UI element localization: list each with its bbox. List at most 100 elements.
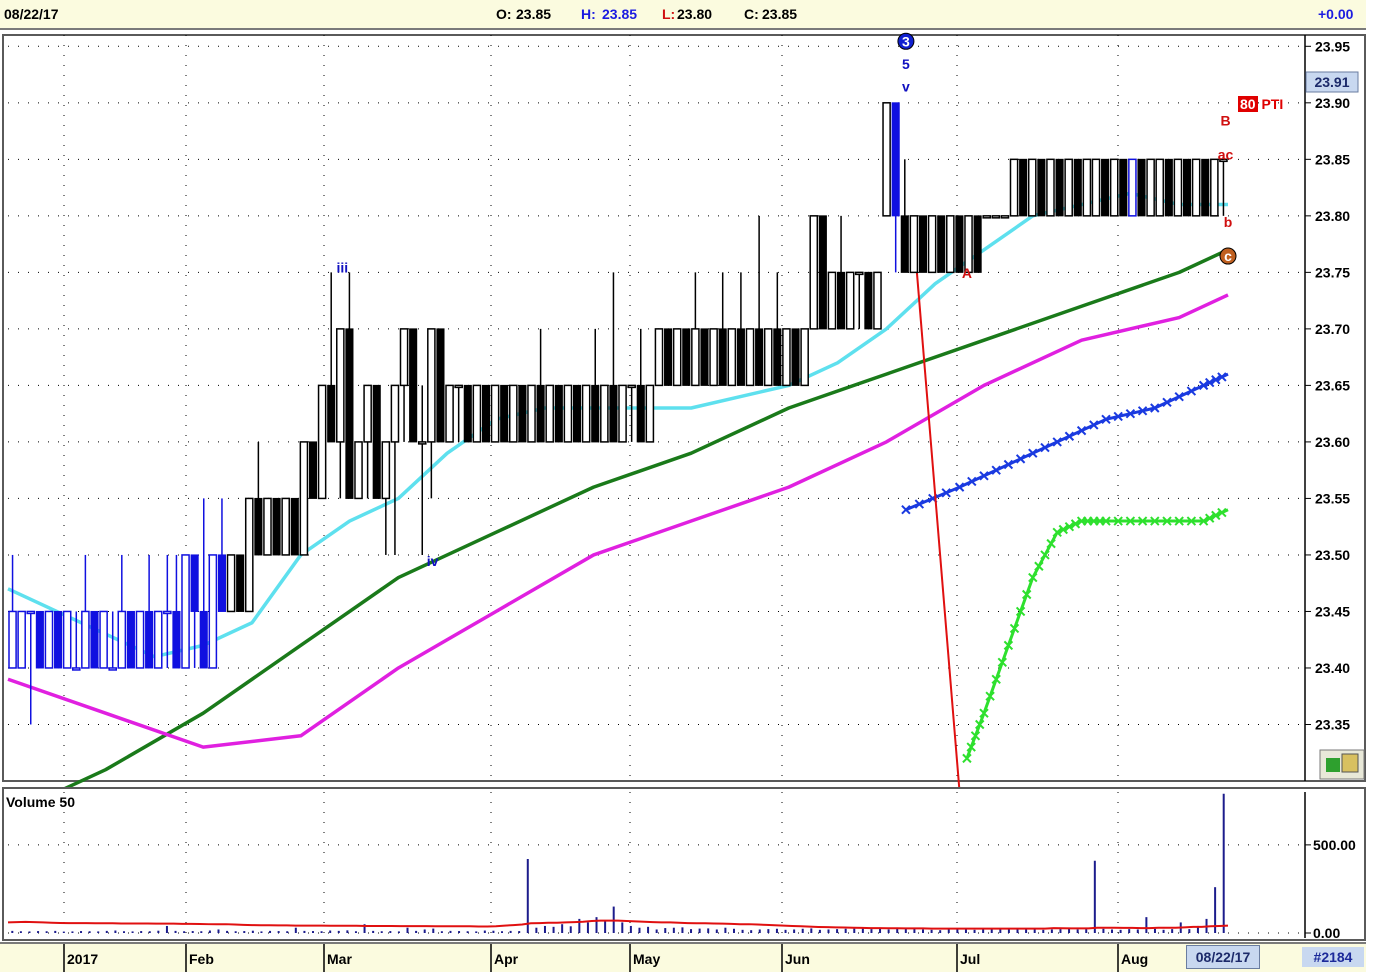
price-bar-up <box>563 384 573 443</box>
x-axis: 2017 Feb Mar Apr May Jun Jul Aug <box>63 944 1148 972</box>
price-bar-up <box>17 610 26 669</box>
price-bar-up <box>964 215 973 274</box>
price-tick-label: 23.50 <box>1315 547 1350 563</box>
price-bar-up <box>417 441 427 445</box>
price-bar-up <box>827 271 837 330</box>
price-marker-text: 23.91 <box>1314 74 1349 90</box>
price-bar-up <box>991 215 1001 219</box>
price-bar-up <box>927 215 937 274</box>
price-bar-up <box>62 610 72 669</box>
price-tick-label: 23.40 <box>1315 660 1350 676</box>
price-bar-up <box>208 554 218 669</box>
price-bar-down <box>1073 158 1082 217</box>
price-bar-down <box>891 102 900 217</box>
price-bar-down <box>818 215 827 330</box>
price-bar-up <box>1109 158 1119 217</box>
price-bar-down <box>937 215 946 273</box>
price-bar-up <box>745 328 755 387</box>
price-bar-up <box>627 384 636 389</box>
price-bar-down <box>864 271 873 330</box>
low-value: 23.80 <box>677 6 713 22</box>
price-bar-down <box>463 384 472 443</box>
wave-label: iii <box>336 259 348 275</box>
price-bar-down <box>973 215 982 273</box>
price-bar-down <box>1055 158 1064 217</box>
chart-area[interactable]: 23.95 23.90 23.85 23.80 23.75 23.70 23.65 23.60… <box>0 30 1366 942</box>
price-bar-up <box>882 102 891 217</box>
price-bar-up <box>1064 158 1073 217</box>
price-bar-up <box>727 328 737 387</box>
price-panel[interactable]: 23.95 23.90 23.85 23.80 23.75 23.70 23.65 23.60… <box>2 32 1366 817</box>
price-bar-up <box>108 667 118 671</box>
price-bar-down <box>1119 158 1128 217</box>
price-tick-label: 23.90 <box>1315 95 1350 111</box>
pti-value: 80 <box>1238 96 1258 112</box>
price-bar-down <box>682 328 691 386</box>
price-bar-down <box>272 497 281 556</box>
close-label: C: <box>744 6 759 22</box>
price-bar-up <box>1009 158 1019 217</box>
price-bar-up <box>363 384 372 443</box>
price-bar-up <box>1046 158 1055 217</box>
wave-label: 5 <box>902 56 910 72</box>
high-label: H: <box>581 6 596 22</box>
price-tick-label: 23.75 <box>1315 264 1350 280</box>
price-bar-down <box>254 497 263 556</box>
price-bar-down <box>172 610 181 669</box>
price-bar-down <box>1182 158 1192 217</box>
price-bar-up <box>354 441 363 500</box>
price-tick-label: 23.55 <box>1315 490 1350 506</box>
price-bar-up <box>763 328 773 387</box>
price-bar-up <box>263 497 272 556</box>
zoom-icon[interactable] <box>1319 749 1365 780</box>
price-bar-up <box>490 384 500 443</box>
price-bar-up <box>1155 158 1165 217</box>
price-bar-down <box>736 328 745 386</box>
price-bar-down <box>345 328 354 499</box>
price-bar-down <box>636 384 645 443</box>
price-bar-up <box>281 497 290 556</box>
price-bar-up <box>800 328 809 387</box>
price-bar-up <box>390 384 400 443</box>
price-bar-up <box>1146 158 1155 217</box>
price-bar-down <box>54 610 63 669</box>
price-bar-down <box>1201 158 1210 217</box>
price-bar-up <box>336 328 345 443</box>
price-bar-up <box>1082 158 1092 217</box>
high-value: 23.85 <box>602 6 638 22</box>
volume-panel[interactable]: 500.00 0.00 Volume 50 <box>2 787 1366 941</box>
price-bar-up <box>618 384 627 443</box>
price-bar-up <box>809 215 819 330</box>
price-bar-up <box>454 384 463 389</box>
price-bar-down <box>1101 158 1110 217</box>
price-bar-down <box>409 328 418 443</box>
price-bar-up <box>581 384 591 443</box>
price-tick-label: 23.85 <box>1315 151 1350 167</box>
price-bar-down <box>481 384 491 443</box>
price-bar-down <box>837 271 846 330</box>
price-bar-down <box>126 610 135 669</box>
wave-label: A <box>962 265 972 281</box>
price-bar-up <box>135 610 145 669</box>
date-axis-bar: 2017 Feb Mar Apr May Jun Jul Aug <box>0 942 1366 972</box>
price-bar-up <box>654 328 664 387</box>
price-bar-up <box>854 271 864 276</box>
price-bar-up <box>946 215 955 274</box>
price-bar-up <box>163 610 172 615</box>
price-bar-up <box>99 610 108 669</box>
price-bar-up <box>527 384 536 443</box>
price-bar-up <box>1000 215 1010 219</box>
wave-label: B <box>1220 112 1230 128</box>
price-bar-up <box>845 271 855 330</box>
price-bar-down <box>327 384 336 443</box>
price-bar-down <box>536 384 545 443</box>
price-bar-down <box>572 384 582 443</box>
price-bar-up <box>44 610 54 669</box>
low-label: L: <box>662 6 676 22</box>
price-bar-up <box>117 610 127 669</box>
price-bar-down <box>190 554 199 612</box>
volume-panel-frame <box>2 787 1366 941</box>
price-bar-up <box>26 610 36 615</box>
price-bar-up <box>81 610 90 669</box>
price-bar-down <box>90 610 99 669</box>
